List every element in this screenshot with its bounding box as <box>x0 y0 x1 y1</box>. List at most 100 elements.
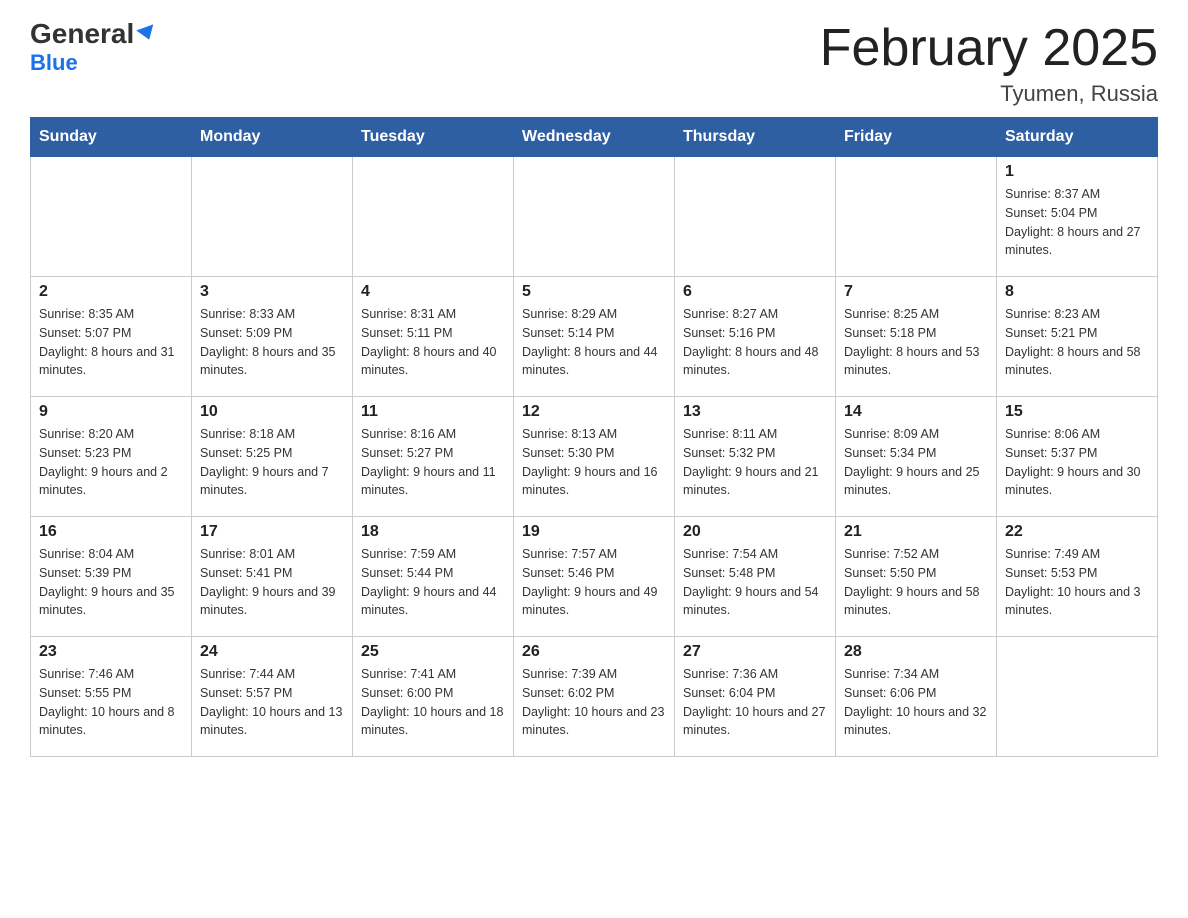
day-info: Sunrise: 8:18 AMSunset: 5:25 PMDaylight:… <box>200 425 344 500</box>
day-number: 28 <box>844 643 988 661</box>
day-info: Sunrise: 7:59 AMSunset: 5:44 PMDaylight:… <box>361 545 505 620</box>
calendar-day-cell: 1 Sunrise: 8:37 AMSunset: 5:04 PMDaylight… <box>997 157 1158 277</box>
day-info: Sunrise: 8:04 AMSunset: 5:39 PMDaylight:… <box>39 545 183 620</box>
calendar-day-cell: 27 Sunrise: 7:36 AMSunset: 6:04 PMDayligh… <box>675 637 836 757</box>
calendar-day-cell: 15Sunrise: 8:06 AMSunset: 5:37 PMDayligh… <box>997 397 1158 517</box>
day-of-week-header: Monday <box>192 118 353 157</box>
day-info: Sunrise: 7:52 AMSunset: 5:50 PMDaylight:… <box>844 545 988 620</box>
day-info: Sunrise: 8:31 AMSunset: 5:11 PMDaylight:… <box>361 305 505 380</box>
calendar-week-row: 1 Sunrise: 8:37 AMSunset: 5:04 PMDaylight… <box>31 157 1158 277</box>
day-number: 6 <box>683 283 827 301</box>
day-info: Sunrise: 7:46 AMSunset: 5:55 PMDaylight:… <box>39 665 183 740</box>
day-number: 21 <box>844 523 988 541</box>
day-info: Sunrise: 8:35 AMSunset: 5:07 PMDaylight:… <box>39 305 183 380</box>
day-info: Sunrise: 8:33 AMSunset: 5:09 PMDaylight:… <box>200 305 344 380</box>
calendar-day-cell: 18Sunrise: 7:59 AMSunset: 5:44 PMDayligh… <box>353 517 514 637</box>
calendar-table: SundayMondayTuesdayWednesdayThursdayFrid… <box>30 117 1158 757</box>
day-number: 24 <box>200 643 344 661</box>
day-number: 19 <box>522 523 666 541</box>
calendar-day-cell: 4 Sunrise: 8:31 AMSunset: 5:11 PMDaylight… <box>353 277 514 397</box>
day-number: 12 <box>522 403 666 421</box>
day-number: 22 <box>1005 523 1149 541</box>
day-number: 11 <box>361 403 505 421</box>
day-info: Sunrise: 7:57 AMSunset: 5:46 PMDaylight:… <box>522 545 666 620</box>
day-info: Sunrise: 7:44 AMSunset: 5:57 PMDaylight:… <box>200 665 344 740</box>
day-info: Sunrise: 8:25 AMSunset: 5:18 PMDaylight:… <box>844 305 988 380</box>
day-number: 4 <box>361 283 505 301</box>
calendar-week-row: 2Sunrise: 8:35 AMSunset: 5:07 PMDaylight… <box>31 277 1158 397</box>
day-info: Sunrise: 7:41 AMSunset: 6:00 PMDaylight:… <box>361 665 505 740</box>
day-number: 8 <box>1005 283 1149 301</box>
day-number: 14 <box>844 403 988 421</box>
day-of-week-header: Saturday <box>997 118 1158 157</box>
day-info: Sunrise: 7:36 AMSunset: 6:04 PMDaylight:… <box>683 665 827 740</box>
day-of-week-header: Thursday <box>675 118 836 157</box>
calendar-day-cell: 10 Sunrise: 8:18 AMSunset: 5:25 PMDayligh… <box>192 397 353 517</box>
day-number: 3 <box>200 283 344 301</box>
calendar-day-cell: 5 Sunrise: 8:29 AMSunset: 5:14 PMDaylight… <box>514 277 675 397</box>
calendar-week-row: 9Sunrise: 8:20 AMSunset: 5:23 PMDaylight… <box>31 397 1158 517</box>
calendar-day-cell: 16 Sunrise: 8:04 AMSunset: 5:39 PMDayligh… <box>31 517 192 637</box>
calendar-day-cell <box>675 157 836 277</box>
day-info: Sunrise: 7:34 AMSunset: 6:06 PMDaylight:… <box>844 665 988 740</box>
calendar-day-cell <box>997 637 1158 757</box>
calendar-day-cell: 8 Sunrise: 8:23 AMSunset: 5:21 PMDaylight… <box>997 277 1158 397</box>
day-info: Sunrise: 8:29 AMSunset: 5:14 PMDaylight:… <box>522 305 666 380</box>
calendar-day-cell: 28 Sunrise: 7:34 AMSunset: 6:06 PMDayligh… <box>836 637 997 757</box>
day-number: 9 <box>39 403 183 421</box>
calendar-day-cell: 2Sunrise: 8:35 AMSunset: 5:07 PMDaylight… <box>31 277 192 397</box>
calendar-day-cell: 17Sunrise: 8:01 AMSunset: 5:41 PMDayligh… <box>192 517 353 637</box>
day-info: Sunrise: 7:49 AMSunset: 5:53 PMDaylight:… <box>1005 545 1149 620</box>
main-title: February 2025 <box>820 20 1158 77</box>
calendar-day-cell: 19 Sunrise: 7:57 AMSunset: 5:46 PMDayligh… <box>514 517 675 637</box>
calendar-day-cell <box>514 157 675 277</box>
calendar-header-row: SundayMondayTuesdayWednesdayThursdayFrid… <box>31 118 1158 157</box>
day-number: 1 <box>1005 163 1149 181</box>
calendar-day-cell: 12 Sunrise: 8:13 AMSunset: 5:30 PMDayligh… <box>514 397 675 517</box>
day-info: Sunrise: 8:06 AMSunset: 5:37 PMDaylight:… <box>1005 425 1149 500</box>
day-number: 27 <box>683 643 827 661</box>
calendar-day-cell: 20 Sunrise: 7:54 AMSunset: 5:48 PMDayligh… <box>675 517 836 637</box>
calendar-day-cell: 11 Sunrise: 8:16 AMSunset: 5:27 PMDayligh… <box>353 397 514 517</box>
calendar-day-cell: 7 Sunrise: 8:25 AMSunset: 5:18 PMDaylight… <box>836 277 997 397</box>
page-header: General Blue February 2025 Tyumen, Russi… <box>30 20 1158 107</box>
calendar-day-cell: 14Sunrise: 8:09 AMSunset: 5:34 PMDayligh… <box>836 397 997 517</box>
day-number: 16 <box>39 523 183 541</box>
calendar-day-cell: 26Sunrise: 7:39 AMSunset: 6:02 PMDayligh… <box>514 637 675 757</box>
logo: General Blue <box>30 20 156 76</box>
logo-line1: General <box>30 20 156 48</box>
day-number: 5 <box>522 283 666 301</box>
day-info: Sunrise: 7:39 AMSunset: 6:02 PMDaylight:… <box>522 665 666 740</box>
calendar-day-cell <box>192 157 353 277</box>
calendar-day-cell: 9Sunrise: 8:20 AMSunset: 5:23 PMDaylight… <box>31 397 192 517</box>
calendar-day-cell: 25 Sunrise: 7:41 AMSunset: 6:00 PMDayligh… <box>353 637 514 757</box>
logo-arrow-icon <box>137 24 158 42</box>
calendar-day-cell: 13 Sunrise: 8:11 AMSunset: 5:32 PMDayligh… <box>675 397 836 517</box>
day-info: Sunrise: 7:54 AMSunset: 5:48 PMDaylight:… <box>683 545 827 620</box>
day-info: Sunrise: 8:11 AMSunset: 5:32 PMDaylight:… <box>683 425 827 500</box>
day-of-week-header: Friday <box>836 118 997 157</box>
day-info: Sunrise: 8:16 AMSunset: 5:27 PMDaylight:… <box>361 425 505 500</box>
day-number: 25 <box>361 643 505 661</box>
calendar-day-cell: 22 Sunrise: 7:49 AMSunset: 5:53 PMDayligh… <box>997 517 1158 637</box>
day-info: Sunrise: 8:13 AMSunset: 5:30 PMDaylight:… <box>522 425 666 500</box>
day-info: Sunrise: 8:37 AMSunset: 5:04 PMDaylight:… <box>1005 185 1149 260</box>
logo-line2: Blue <box>30 50 78 76</box>
day-of-week-header: Sunday <box>31 118 192 157</box>
calendar-day-cell <box>31 157 192 277</box>
calendar-day-cell: 21 Sunrise: 7:52 AMSunset: 5:50 PMDayligh… <box>836 517 997 637</box>
title-area: February 2025 Tyumen, Russia <box>820 20 1158 107</box>
day-info: Sunrise: 8:01 AMSunset: 5:41 PMDaylight:… <box>200 545 344 620</box>
day-number: 10 <box>200 403 344 421</box>
calendar-day-cell: 23Sunrise: 7:46 AMSunset: 5:55 PMDayligh… <box>31 637 192 757</box>
day-number: 13 <box>683 403 827 421</box>
calendar-week-row: 23Sunrise: 7:46 AMSunset: 5:55 PMDayligh… <box>31 637 1158 757</box>
day-number: 20 <box>683 523 827 541</box>
day-info: Sunrise: 8:23 AMSunset: 5:21 PMDaylight:… <box>1005 305 1149 380</box>
calendar-day-cell <box>353 157 514 277</box>
day-of-week-header: Wednesday <box>514 118 675 157</box>
day-number: 7 <box>844 283 988 301</box>
calendar-day-cell <box>836 157 997 277</box>
calendar-day-cell: 6 Sunrise: 8:27 AMSunset: 5:16 PMDaylight… <box>675 277 836 397</box>
day-info: Sunrise: 8:27 AMSunset: 5:16 PMDaylight:… <box>683 305 827 380</box>
